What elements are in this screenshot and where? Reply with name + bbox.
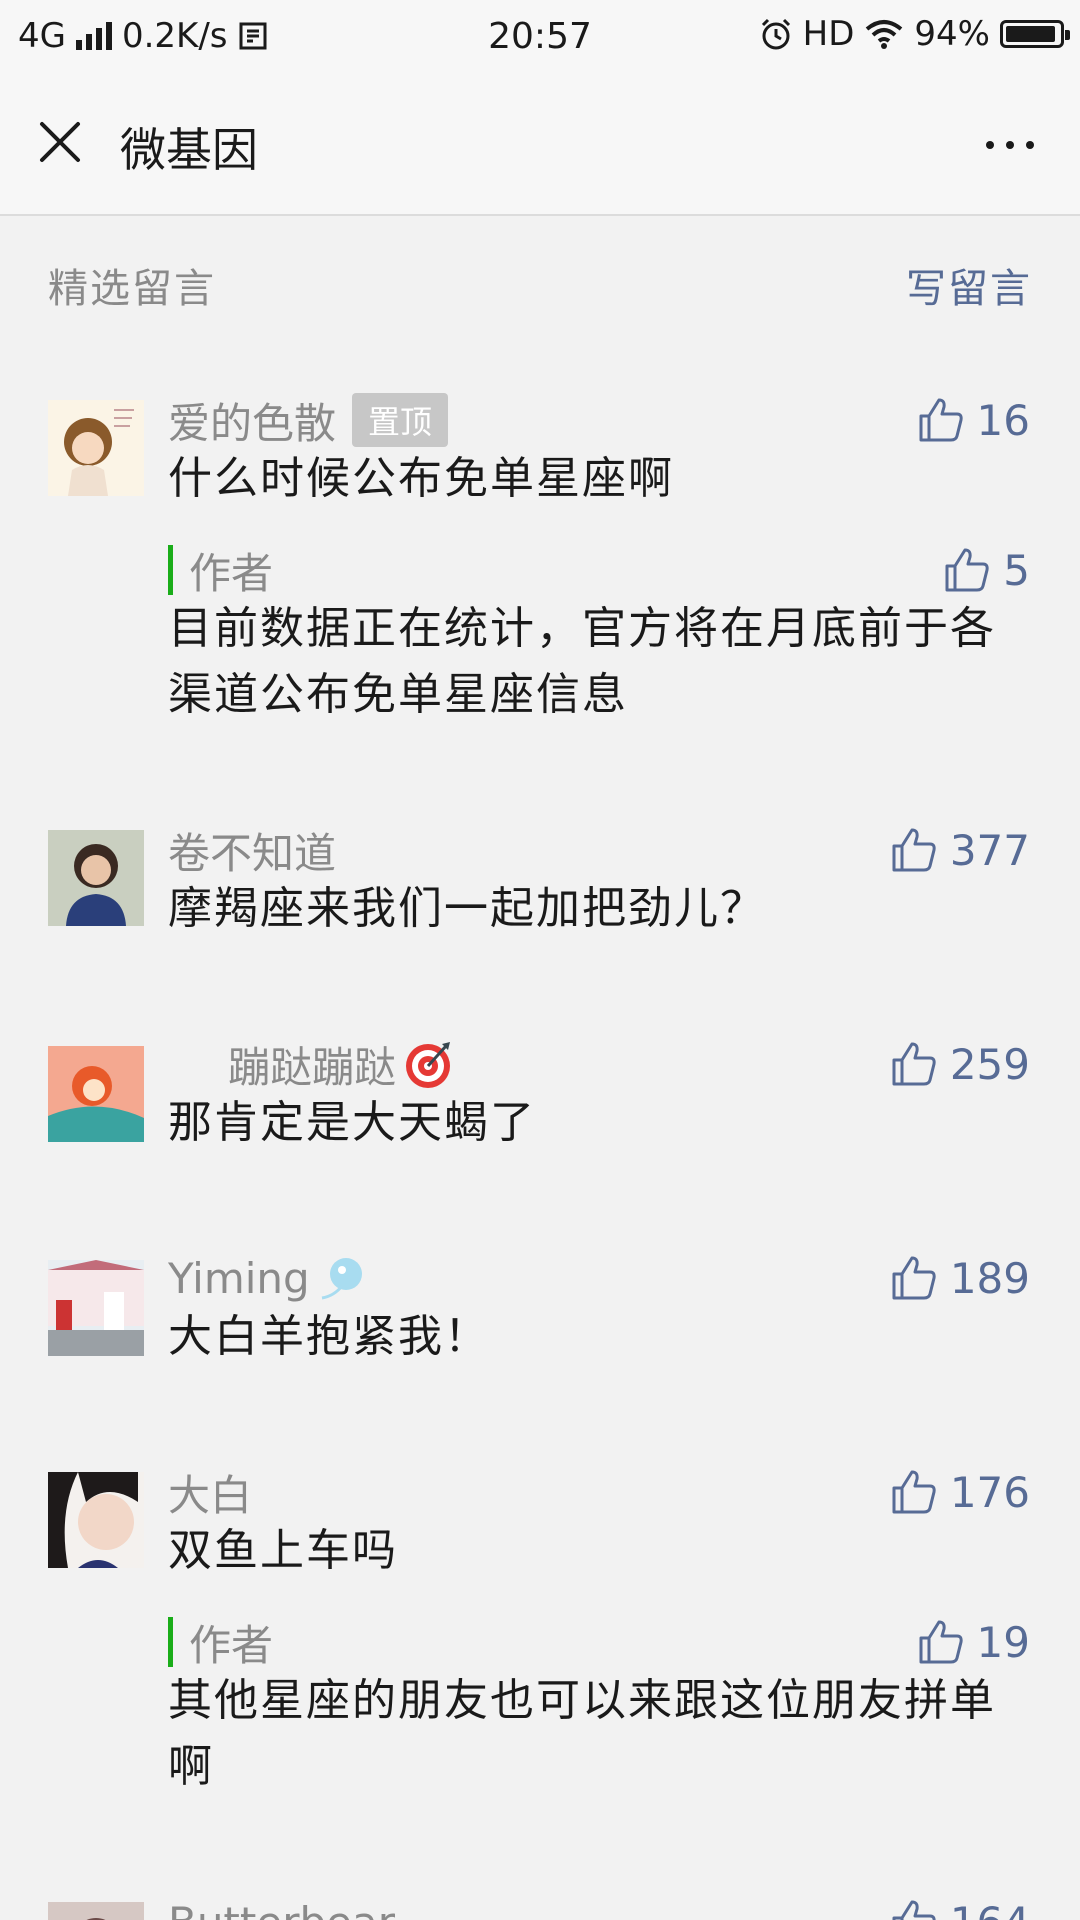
comments-section-header: 精选留言 写留言 (48, 256, 1032, 316)
like-button[interactable]: 189 (888, 1248, 1030, 1308)
battery-percent: 94% (914, 14, 990, 54)
more-button[interactable] (980, 130, 1040, 160)
comment-header: 爱的色散 置顶 (168, 390, 449, 451)
nickname[interactable]: 蹦跶蹦跶 (228, 1034, 396, 1095)
avatar-image (48, 1260, 144, 1356)
page-title: 微基因 (120, 123, 258, 177)
like-button[interactable]: 259 (888, 1034, 1030, 1094)
comment-header: Yiming (168, 1248, 368, 1308)
reply-like-count: 5 (1003, 545, 1030, 595)
thumbs-up-icon (945, 548, 989, 592)
avatar[interactable] (48, 1260, 144, 1356)
target-emoji-icon (406, 1042, 451, 1088)
like-count: 377 (949, 825, 1030, 875)
comment-header: 卷不知道 (168, 820, 336, 880)
avatar-image (48, 400, 144, 496)
comment-text: 双鱼上车吗 (168, 1525, 398, 1576)
like-button[interactable]: 377 (888, 820, 1030, 880)
avatar[interactable] (48, 830, 144, 926)
thumbs-up-icon (892, 1042, 936, 1086)
avatar-image (48, 1046, 144, 1142)
like-count: 16 (976, 395, 1030, 445)
thumbs-up-icon (892, 1470, 936, 1514)
avatar[interactable] (48, 1472, 144, 1568)
author-reply-label: 作者 (168, 545, 273, 598)
thumbs-up-icon (892, 1256, 936, 1300)
like-button[interactable]: 164 (888, 1892, 1030, 1920)
author-reply-label: 作者 (168, 1617, 273, 1670)
reply-like-button[interactable]: 19 (915, 1612, 1030, 1672)
thumbs-up-icon (919, 1620, 963, 1664)
battery-level (1006, 26, 1055, 42)
like-count: 176 (949, 1467, 1030, 1517)
close-button[interactable] (30, 112, 90, 172)
write-comment-button[interactable]: 写留言 (906, 256, 1032, 314)
avatar-image (48, 1902, 144, 1920)
comment-text: 摩羯座来我们一起加把劲儿？ (168, 883, 766, 934)
avatar-image (48, 830, 144, 926)
reply-like-count: 19 (976, 1617, 1030, 1667)
thumbs-up-icon (892, 828, 936, 872)
thumbs-up-icon (919, 398, 963, 442)
thumbs-up-icon (892, 1900, 936, 1920)
comment-text: 那肯定是大天蝎了 (168, 1097, 536, 1148)
bubble-emoji-icon (321, 1258, 362, 1300)
avatar-image (48, 1472, 144, 1568)
nickname[interactable]: Butterbear (168, 1898, 395, 1920)
more-dots-icon (986, 141, 1034, 149)
like-count: 259 (949, 1039, 1030, 1089)
status-bar: 4G 0.2K/s 20:57 HD 94% (0, 0, 1080, 72)
alarm-icon (761, 18, 790, 50)
nickname[interactable]: Yiming (168, 1254, 310, 1303)
comment-header: 大白 (168, 1462, 252, 1522)
wifi-icon (866, 20, 903, 49)
nav-bar: 微基因 (0, 72, 1080, 216)
like-button[interactable]: 16 (915, 390, 1030, 450)
comment-header: 蹦跶蹦跶 (228, 1034, 454, 1094)
section-title: 精选留言 (48, 266, 216, 312)
author-reply-text: 其他星座的朋友也可以来跟这位朋友拼单啊 (168, 1675, 996, 1792)
avatar[interactable] (48, 1046, 144, 1142)
nickname[interactable]: 卷不知道 (168, 820, 336, 881)
author-reply-text: 目前数据正在统计，官方将在月底前于各渠道公布免单星座信息 (168, 603, 996, 720)
hd-label: HD (802, 14, 855, 54)
close-icon (40, 122, 80, 162)
pinned-badge: 置顶 (352, 393, 449, 447)
like-button[interactable]: 176 (888, 1462, 1030, 1522)
reply-like-button[interactable]: 5 (941, 540, 1030, 600)
like-count: 164 (950, 1898, 1030, 1920)
like-count: 189 (949, 1253, 1030, 1303)
avatar[interactable] (48, 400, 144, 496)
status-right: HD 94% (759, 14, 1070, 54)
avatar[interactable] (48, 1902, 144, 1920)
comment-header: Butterbear (168, 1892, 395, 1920)
nickname[interactable]: 爱的色散 (168, 390, 336, 451)
battery-cap (1065, 30, 1070, 40)
battery-icon (1000, 20, 1070, 48)
comment-text: 大白羊抱紧我！ (168, 1311, 490, 1362)
article-comments-page: 4G 0.2K/s 20:57 HD 94% 微基因 精选留言 写留言 爱的色散… (0, 0, 1080, 1920)
comment-text: 什么时候公布免单星座啊 (168, 453, 674, 504)
nickname[interactable]: 大白 (168, 1462, 252, 1523)
